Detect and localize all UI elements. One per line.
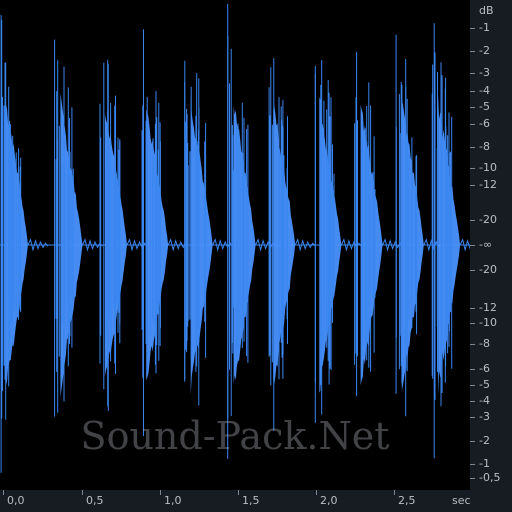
db-tick-label: -2 bbox=[479, 434, 490, 447]
waveform-burst bbox=[99, 59, 148, 411]
db-tick bbox=[470, 124, 475, 125]
waveform-burst bbox=[431, 23, 470, 459]
db-tick-label: -10 bbox=[479, 161, 497, 174]
time-tick bbox=[316, 490, 317, 495]
db-tick bbox=[470, 478, 475, 479]
db-tick-label: -∞ bbox=[479, 238, 493, 251]
db-tick bbox=[470, 28, 475, 29]
db-tick-label: -20 bbox=[479, 263, 497, 276]
time-tick-label: 2,0 bbox=[320, 494, 338, 507]
time-tick-label: 0,0 bbox=[7, 494, 25, 507]
db-tick bbox=[470, 91, 475, 92]
time-tick bbox=[238, 490, 239, 495]
db-tick bbox=[470, 168, 475, 169]
db-tick-label: -8 bbox=[479, 140, 490, 153]
db-tick bbox=[470, 270, 475, 271]
db-tick bbox=[470, 220, 475, 221]
db-tick-label: -2 bbox=[479, 44, 490, 57]
db-tick-label: -4 bbox=[479, 394, 490, 407]
time-unit-label: sec bbox=[452, 494, 471, 507]
db-unit-label: dB bbox=[479, 4, 494, 17]
time-tick bbox=[160, 490, 161, 495]
waveform-envelope bbox=[401, 99, 424, 391]
db-tick bbox=[470, 464, 475, 465]
db-tick bbox=[470, 344, 475, 345]
waveform-envelope bbox=[190, 94, 213, 396]
db-tick-label: -1 bbox=[479, 21, 490, 34]
db-tick bbox=[470, 323, 475, 324]
db-tick-label: -3 bbox=[479, 410, 490, 423]
db-tick-label: -8 bbox=[479, 337, 490, 350]
db-tick bbox=[470, 385, 475, 386]
time-tick-label: 0,5 bbox=[86, 494, 104, 507]
waveform-envelope bbox=[233, 106, 256, 384]
db-tick-label: -3 bbox=[479, 66, 490, 79]
db-tick-label: -6 bbox=[479, 117, 490, 130]
waveform-burst bbox=[395, 34, 445, 417]
db-tick bbox=[470, 401, 475, 402]
waveform-burst bbox=[141, 29, 189, 436]
db-tick-label: -5 bbox=[479, 378, 490, 391]
db-tick bbox=[470, 369, 475, 370]
db-tick bbox=[470, 417, 475, 418]
db-tick-label: -12 bbox=[479, 178, 497, 191]
time-ruler: sec 0,0 0,5 1,0 1,5 2,0 2,5 bbox=[0, 490, 512, 512]
time-tick-label: 1,0 bbox=[164, 494, 182, 507]
waveform-burst bbox=[184, 60, 234, 406]
db-tick-label: -0,5 bbox=[479, 471, 501, 484]
db-tick-label: -10 bbox=[479, 316, 497, 329]
db-tick-label: -6 bbox=[479, 362, 490, 375]
db-tick bbox=[470, 147, 475, 148]
time-tick bbox=[3, 490, 4, 495]
time-tick-label: 1,5 bbox=[242, 494, 260, 507]
db-tick bbox=[470, 107, 475, 108]
waveform-graph[interactable] bbox=[0, 0, 470, 490]
waveform-display[interactable] bbox=[0, 0, 470, 490]
db-tick bbox=[470, 245, 475, 246]
db-tick bbox=[470, 51, 475, 52]
time-tick-label: 2,5 bbox=[398, 494, 416, 507]
db-tick bbox=[470, 185, 475, 186]
db-tick bbox=[470, 441, 475, 442]
decibel-ruler: dB -1 -2 -3 -4 -5 -6 -8 -10 -12 -20 -∞ -20 -12 -10 -8 -… bbox=[470, 0, 512, 490]
db-tick-label: -5 bbox=[479, 100, 490, 113]
waveform-burst bbox=[227, 3, 276, 459]
db-tick-label: -20 bbox=[479, 213, 497, 226]
waveform-burst bbox=[0, 15, 49, 473]
time-tick bbox=[394, 490, 395, 495]
waveform-burst bbox=[354, 51, 403, 397]
db-tick bbox=[470, 73, 475, 74]
db-tick-label: -1 bbox=[479, 457, 490, 470]
waveform-envelope bbox=[360, 104, 383, 386]
time-tick bbox=[82, 490, 83, 495]
db-tick-label: -12 bbox=[479, 301, 497, 314]
db-tick bbox=[470, 308, 475, 309]
waveform-burst bbox=[54, 39, 103, 417]
db-tick-label: -4 bbox=[479, 84, 490, 97]
